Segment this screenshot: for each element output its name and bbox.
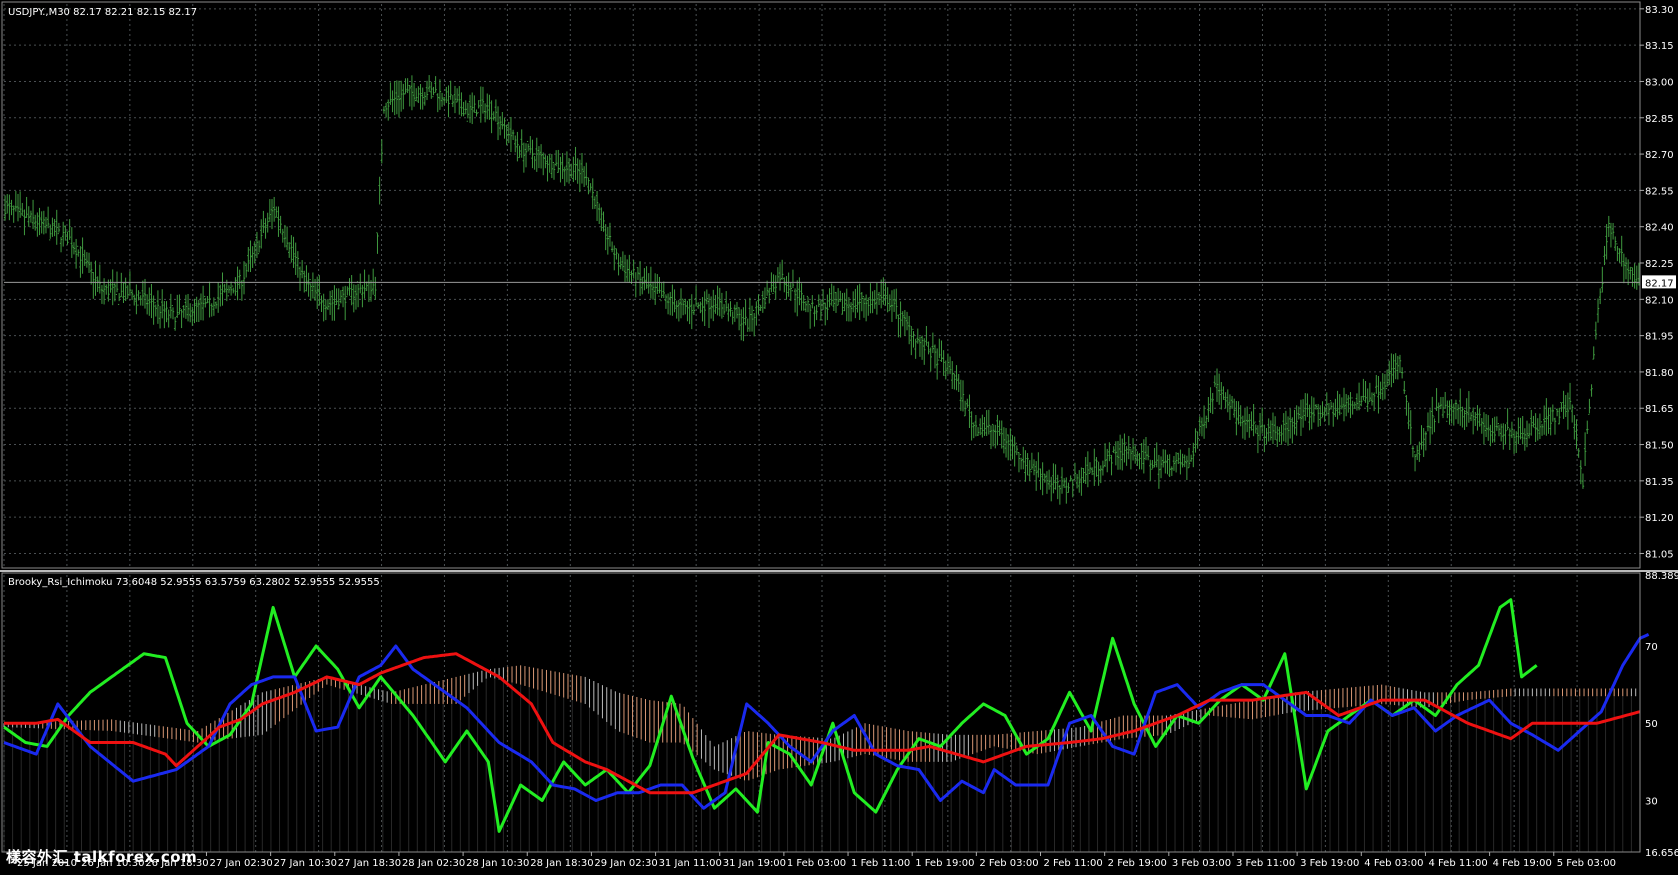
- time-tick-label: 3 Feb 03:00: [1172, 858, 1231, 869]
- time-tick-label: 31 Jan 11:00: [659, 858, 722, 869]
- price-tick-label: 81.95: [1645, 332, 1674, 343]
- time-tick-label: 27 Jan 18:30: [338, 858, 401, 869]
- time-tick-label: 28 Jan 10:30: [466, 858, 529, 869]
- current-price-label: 82.17: [1645, 278, 1674, 289]
- trading-chart: 83.30 83.15 83.00 82.85 82.70 82.55 82.40 82.25…: [0, 0, 1678, 871]
- time-tick-label: 2 Feb 11:00: [1044, 858, 1103, 869]
- price-tick-label: 82.10: [1645, 295, 1674, 306]
- time-tick-label: 27 Jan 10:30: [274, 858, 337, 869]
- price-tick-label: 83.30: [1645, 5, 1674, 16]
- price-tick-label: 81.20: [1645, 513, 1674, 524]
- price-tick-label: 81.80: [1645, 368, 1674, 379]
- price-tick-label: 82.55: [1645, 186, 1674, 197]
- time-tick-label: 4 Feb 03:00: [1364, 858, 1423, 869]
- time-tick-label: 1 Feb 19:00: [915, 858, 974, 869]
- main-chart-title: USDJPY.,M30 82.17 82.21 82.15 82.17: [8, 7, 197, 18]
- time-tick-label: 1 Feb 03:00: [787, 858, 846, 869]
- time-tick-label: 29 Jan 02:30: [594, 858, 657, 869]
- price-tick-label: 81.05: [1645, 549, 1674, 560]
- price-tick-label: 81.65: [1645, 404, 1674, 415]
- time-tick-label: 1 Feb 11:00: [851, 858, 910, 869]
- time-tick-label: 3 Feb 19:00: [1300, 858, 1359, 869]
- price-tick-label: 81.35: [1645, 477, 1674, 488]
- indicator-tick-label: 30: [1645, 796, 1658, 807]
- time-tick-label: 2 Feb 19:00: [1108, 858, 1167, 869]
- indicator-title: Brooky_Rsi_Ichimoku 73.6048 52.9555 63.5…: [8, 577, 380, 588]
- time-tick-label: 28 Jan 02:30: [402, 858, 465, 869]
- price-tick-label: 82.85: [1645, 114, 1674, 125]
- price-tick-label: 82.25: [1645, 259, 1674, 270]
- indicator-tick-label: 16.6562: [1645, 848, 1678, 859]
- time-tick-label: 28 Jan 18:30: [530, 858, 593, 869]
- indicator-tick-label: 70: [1645, 642, 1658, 653]
- time-tick-label: 4 Feb 19:00: [1493, 858, 1552, 869]
- time-tick-label: 5 Feb 03:00: [1557, 858, 1616, 869]
- time-tick-label: 3 Feb 11:00: [1236, 858, 1295, 869]
- time-tick-label: 4 Feb 11:00: [1428, 858, 1487, 869]
- time-tick-label: 27 Jan 02:30: [209, 858, 272, 869]
- price-tick-label: 81.50: [1645, 441, 1674, 452]
- price-tick-label: 83.00: [1645, 77, 1674, 88]
- time-tick-label: 2 Feb 03:00: [979, 858, 1038, 869]
- price-tick-label: 83.15: [1645, 41, 1674, 52]
- time-tick-label: 31 Jan 19:00: [723, 858, 786, 869]
- chart-svg: 83.30 83.15 83.00 82.85 82.70 82.55 82.40 82.25…: [0, 0, 1678, 871]
- indicator-tick-label: 50: [1645, 719, 1658, 730]
- watermark: 樣容外汇 talkforex.com: [6, 848, 198, 866]
- indicator-tick-label: 88.3891: [1645, 571, 1678, 582]
- price-axis: 83.30 83.15 83.00 82.85 82.70 82.55 82.40 82.25…: [1640, 5, 1676, 560]
- price-tick-label: 82.70: [1645, 150, 1674, 161]
- price-tick-label: 82.40: [1645, 223, 1674, 234]
